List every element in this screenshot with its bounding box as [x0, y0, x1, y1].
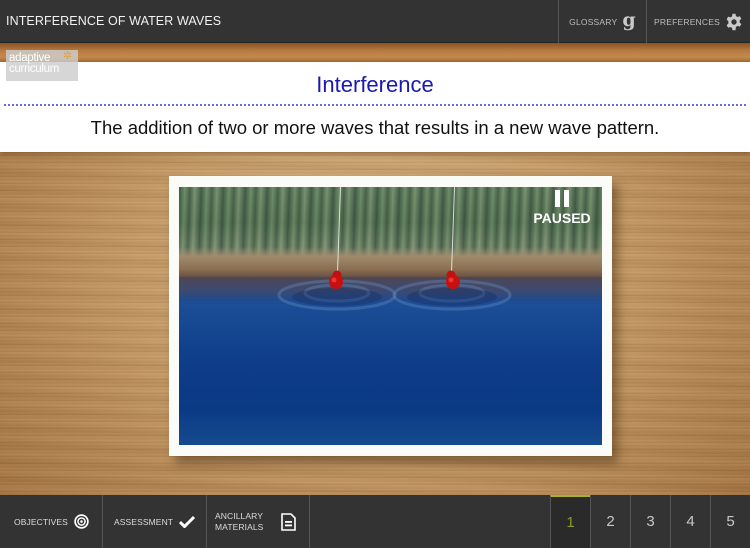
preferences-label: PREFERENCES — [654, 16, 720, 27]
page-1-button[interactable]: 1 — [550, 495, 590, 548]
term-definition: The addition of two or more waves that r… — [90, 117, 660, 138]
objectives-label: OBJECTIVES — [14, 516, 68, 527]
glossary-button[interactable]: GLOSSARY g — [558, 0, 646, 43]
page-3-button[interactable]: 3 — [630, 495, 670, 548]
checkmark-icon — [179, 515, 196, 528]
wave-simulation[interactable]: PAUSED — [179, 187, 602, 445]
ancillary-label-line2: MATERIALS — [215, 521, 264, 532]
glossary-icon: g — [622, 8, 636, 31]
logo-star-icon: ✲ — [63, 50, 72, 62]
top-bar: INTERFERENCE OF WATER WAVES GLOSSARY g P… — [0, 0, 750, 43]
logo-line2: curriculum — [9, 63, 60, 75]
wood-strip — [0, 43, 750, 63]
adaptive-curriculum-logo: adaptive ✲ curriculum — [6, 50, 78, 81]
ancillary-label-line1: ANCILLARY — [215, 510, 263, 521]
paused-status: PAUSED — [533, 210, 591, 226]
definition-card: Interference The addition of two or more… — [0, 62, 750, 152]
target-icon — [74, 514, 89, 529]
bottom-bar: OBJECTIVES ASSESSMENT ANCILLARY MATERIAL… — [0, 495, 750, 548]
pause-icon — [530, 190, 594, 208]
app-title: INTERFERENCE OF WATER WAVES — [6, 14, 222, 28]
assessment-label: ASSESSMENT — [114, 516, 174, 527]
document-icon — [281, 512, 297, 531]
assessment-button[interactable]: ASSESSMENT — [103, 495, 207, 548]
simulation-frame: PAUSED — [169, 176, 612, 456]
objectives-button[interactable]: OBJECTIVES — [0, 495, 103, 548]
preferences-button[interactable]: PREFERENCES — [646, 0, 750, 43]
dropper-right[interactable] — [442, 269, 462, 291]
page-5-button[interactable]: 5 — [710, 495, 750, 548]
ancillary-label: ANCILLARY MATERIALS — [215, 511, 263, 533]
dotted-divider — [4, 104, 746, 106]
glossary-label: GLOSSARY — [569, 16, 618, 27]
ripples — [277, 279, 512, 311]
dropper-left[interactable] — [327, 269, 347, 291]
page-2-button[interactable]: 2 — [590, 495, 630, 548]
gear-icon — [726, 13, 742, 30]
term-title: Interference — [316, 72, 434, 97]
page-4-button[interactable]: 4 — [670, 495, 710, 548]
pause-button[interactable]: PAUSED — [530, 190, 594, 226]
ancillary-materials-button[interactable]: ANCILLARY MATERIALS — [207, 495, 310, 548]
